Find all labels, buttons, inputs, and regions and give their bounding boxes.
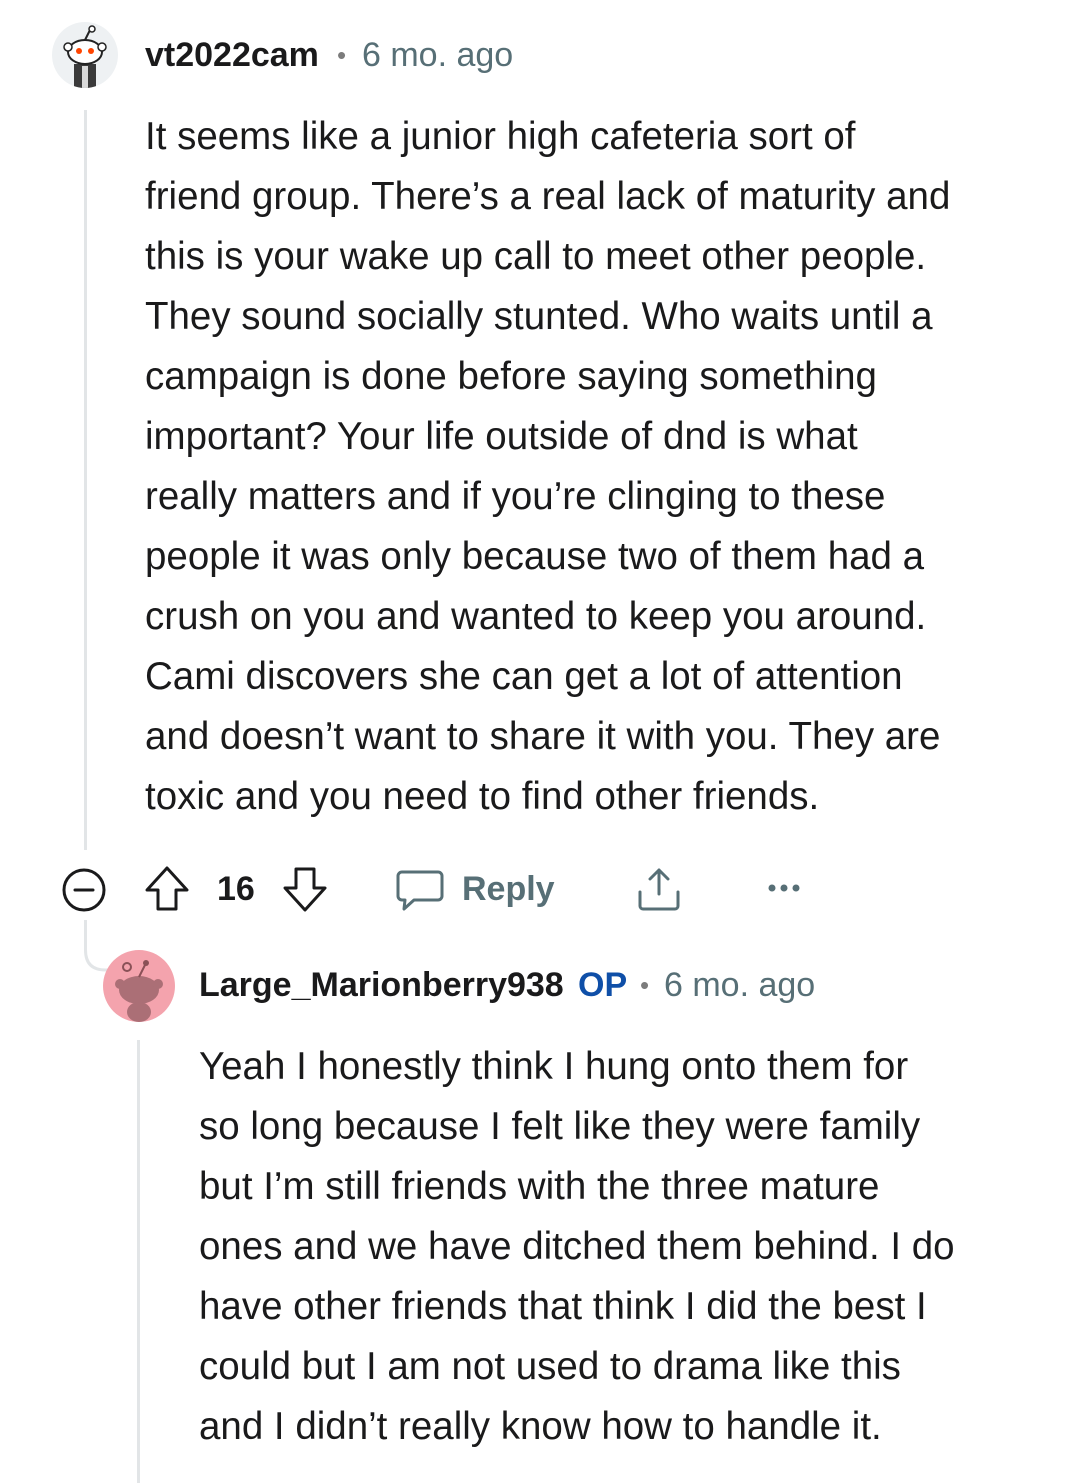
reply-line: so long because I felt like they were fa… [199,1105,921,1148]
op-badge: OP [578,966,628,1004]
meta-separator: • [640,970,650,1000]
downvote-arrow-icon [283,867,327,912]
upvote-button[interactable] [143,864,191,914]
comment-line: really matters and if you’re clinging to… [145,475,886,518]
comment-line: friend group. There’s a real lack of mat… [145,175,951,218]
share-button[interactable] [634,864,684,914]
meta-separator: • [337,40,347,70]
reply-line: Yeah I honestly think I hung onto them f… [199,1045,909,1088]
comment-timestamp: 6 mo. ago [362,36,514,74]
snoo-avatar-icon [115,960,163,1022]
reply-button[interactable]: Reply [396,864,556,914]
thread-line[interactable] [137,1040,140,1483]
reply-line: but I’m still friends with the three mat… [199,1165,880,1208]
downvote-button[interactable] [281,864,329,914]
reply-username[interactable]: Large_Marionberry938 [199,965,564,1005]
reply-avatar[interactable] [103,950,175,1022]
comment-line: campaign is done before saying something [145,355,877,398]
comment-line: toxic and you need to find other friends… [145,775,820,818]
thread-line[interactable] [84,110,87,850]
upvote-arrow-icon [145,866,189,911]
comment-line: and doesn’t want to share it with you. T… [145,715,941,758]
more-options-button[interactable] [764,876,804,900]
comment-line: important? Your life outside of dnd is w… [145,415,858,458]
commenter-username[interactable]: vt2022cam [145,35,319,75]
comment-line: Cami discovers she can get a lot of atte… [145,655,903,698]
comment-line: They sound socially stunted. Who waits u… [145,295,933,338]
commenter-avatar[interactable] [52,22,118,88]
vote-score: 16 [217,870,255,908]
comment-line: this is your wake up call to meet other … [145,235,927,278]
collapse-button[interactable] [60,866,108,914]
comment-body: It seems like a junior high cafeteria so… [145,107,950,827]
comment-line: crush on you and wanted to keep you arou… [145,595,927,638]
share-icon [638,868,680,911]
snoo-avatar-icon [63,25,107,88]
reply-line: ones and we have ditched them behind. I … [199,1225,955,1268]
comment-line: It seems like a junior high cafeteria so… [145,115,856,158]
reply-line: have other friends that think I did the … [199,1285,927,1328]
chat-bubble-icon [396,870,444,911]
reply-line: and I didn’t really know how to handle i… [199,1405,882,1448]
more-dots-icon [768,884,800,892]
collapse-minus-icon [62,868,106,912]
reply-timestamp: 6 mo. ago [664,966,816,1004]
reply-body: Yeah I honestly think I hung onto them f… [199,1037,955,1457]
reply-line: could but I am not used to drama like th… [199,1345,901,1388]
reply-label: Reply [462,870,555,908]
comment-line: people it was only because two of them h… [145,535,925,578]
